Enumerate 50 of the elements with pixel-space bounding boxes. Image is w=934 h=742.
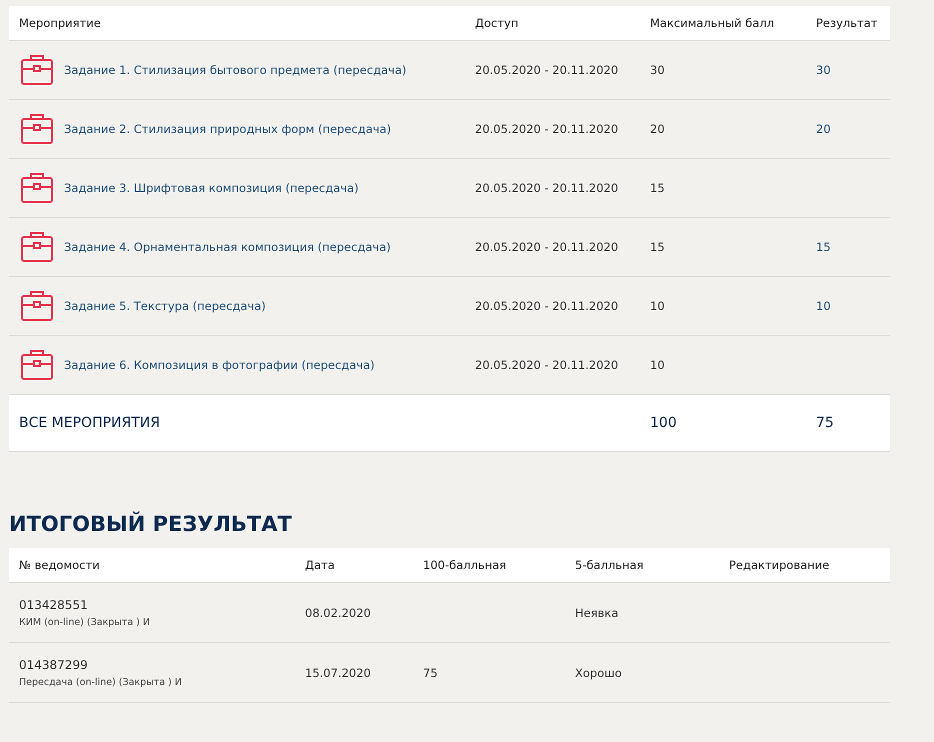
briefcase-icon [19,112,55,146]
total-result: 75 [815,415,835,431]
result-score: 15 [815,240,832,254]
access-period: 20.05.2020 - 20.11.2020 [474,122,620,136]
column-header: Результат [815,16,879,30]
grade-5: Хорошо [574,666,623,680]
briefcase-icon [19,348,55,382]
briefcase-icon [19,289,55,323]
column-header: 100-балльная [422,558,508,572]
task-link[interactable]: Задание 2. Стилизация природных форм (пересдача) [64,122,392,136]
result-score: 30 [815,63,832,77]
grade-5: Неявка [574,606,620,620]
task-link[interactable]: Задание 5. Текстура (пересдача) [64,299,266,313]
column-header: 5-балльная [574,558,645,572]
task-link[interactable]: Задание 1. Стилизация бытового предмета (пересдача) [64,63,406,77]
sheet-number: 014387299 [19,658,89,672]
access-period: 20.05.2020 - 20.11.2020 [474,240,620,254]
max-score: 15 [649,181,666,195]
section-heading: ИТОГОВЫЙ РЕЗУЛЬТАТ [9,512,293,536]
total-label: ВСЕ МЕРОПРИЯТИЯ [18,415,161,431]
access-period: 20.05.2020 - 20.11.2020 [474,299,620,313]
sheet-number: 013428551 [19,598,89,612]
access-period: 20.05.2020 - 20.11.2020 [474,358,620,372]
column-header: Мероприятие [18,16,102,30]
column-header: Дата [304,558,336,572]
max-score: 15 [649,240,666,254]
briefcase-icon [19,171,55,205]
score-100: 75 [422,666,439,680]
column-header: Доступ [474,16,520,30]
total-max-score: 100 [649,415,678,431]
briefcase-icon [19,230,55,264]
column-header: Редактирование [728,558,830,572]
task-link[interactable]: Задание 3. Шрифтовая композиция (пересдача) [64,181,359,195]
column-header: Максимальный балл [649,16,776,30]
date: 15.07.2020 [304,666,372,680]
sheet-note: Пересдача (on-line) (Закрыта ) И [19,676,183,688]
result-score: 10 [815,299,832,313]
max-score: 30 [649,63,666,77]
column-header: № ведомости [18,558,101,572]
task-link[interactable]: Задание 4. Орнаментальная композиция (пересдача) [64,240,391,254]
briefcase-icon [19,53,55,87]
max-score: 20 [649,122,666,136]
task-link[interactable]: Задание 6. Композиция в фотографии (пересдача) [64,358,375,372]
max-score: 10 [649,358,666,372]
result-score: 20 [815,122,832,136]
max-score: 10 [649,299,666,313]
access-period: 20.05.2020 - 20.11.2020 [474,181,620,195]
access-period: 20.05.2020 - 20.11.2020 [474,63,620,77]
date: 08.02.2020 [304,606,372,620]
sheet-note: КИМ (on-line) (Закрыта ) И [19,616,152,628]
